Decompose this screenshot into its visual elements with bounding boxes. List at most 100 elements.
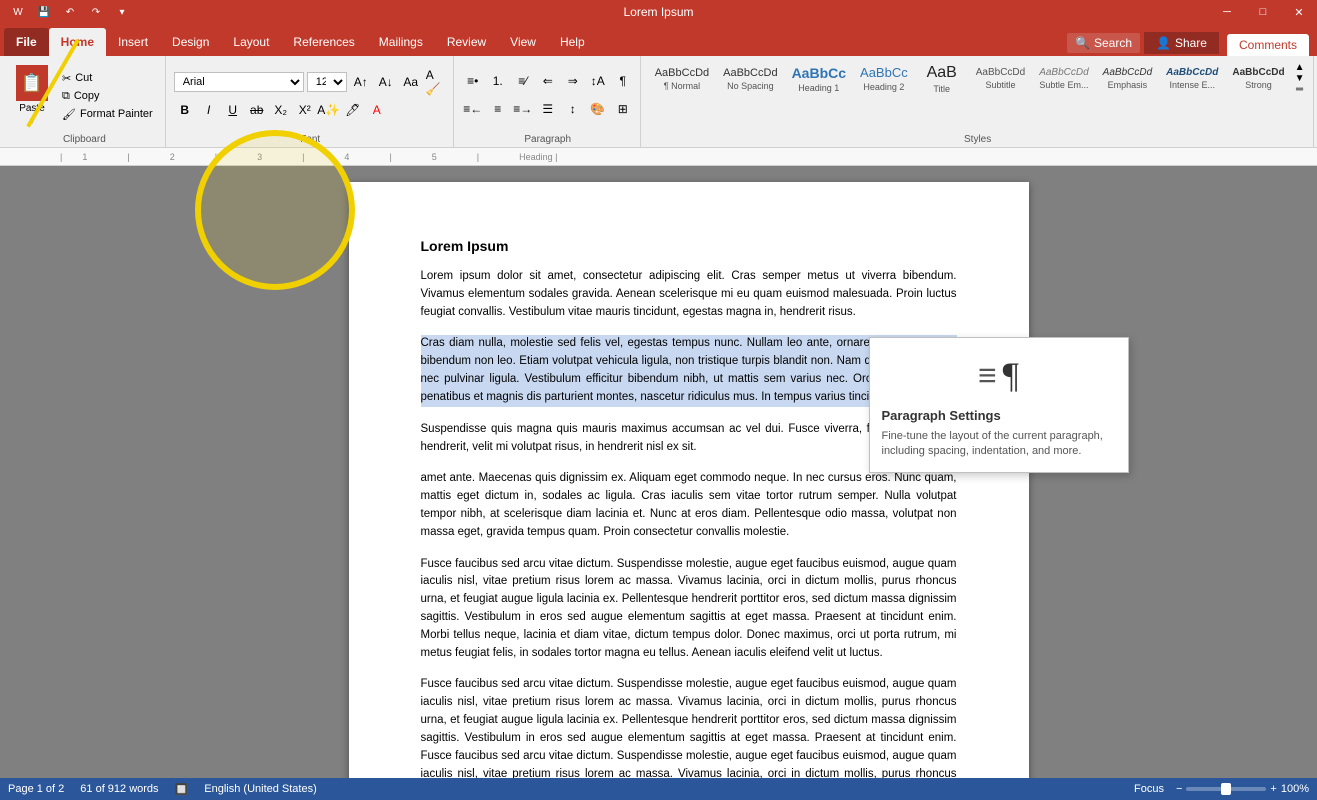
clipboard-group: 📋 Paste ▾ ✂ Cut ⧉ Copy 🖌 Format Painter bbox=[4, 56, 166, 147]
italic-button[interactable]: I bbox=[198, 99, 220, 121]
ruler: | 1 | 2 | 3 | 4 | 5 | Heading | bbox=[0, 148, 1317, 166]
shrink-font-button[interactable]: A↓ bbox=[375, 71, 397, 93]
superscript-button[interactable]: X² bbox=[294, 99, 316, 121]
document-area: Lorem Ipsum Lorem ipsum dolor sit amet, … bbox=[0, 166, 1317, 778]
search-box[interactable]: 🔍 Search bbox=[1067, 33, 1140, 53]
zoom-in-button[interactable]: + bbox=[1270, 783, 1276, 795]
underline-button[interactable]: U bbox=[222, 99, 244, 121]
style-intense-emphasis[interactable]: AaBbCcDd Intense E... bbox=[1160, 65, 1224, 92]
ruler-marks: | 1 | 2 | 3 | 4 | 5 | Heading | bbox=[60, 152, 1317, 162]
tab-mailings[interactable]: Mailings bbox=[367, 28, 435, 56]
document-heading: Lorem Ipsum bbox=[421, 238, 957, 254]
tooltip-icon-area: ≡ ¶ bbox=[882, 350, 1116, 400]
comments-button[interactable]: Comments bbox=[1227, 34, 1309, 56]
tab-view[interactable]: View bbox=[498, 28, 548, 56]
close-button[interactable]: ✕ bbox=[1281, 0, 1317, 24]
cut-button[interactable]: ✂ Cut bbox=[56, 70, 159, 87]
tooltip-title: Paragraph Settings bbox=[882, 408, 1116, 423]
style-emphasis[interactable]: AaBbCcDd Emphasis bbox=[1097, 65, 1158, 92]
shading-button[interactable]: 🎨 bbox=[587, 98, 609, 120]
styles-expand-button[interactable]: ▲ ▼ ═ bbox=[1293, 60, 1307, 97]
sort-button[interactable]: ↕A bbox=[587, 70, 609, 92]
copy-icon: ⧉ bbox=[62, 90, 70, 103]
style-heading2[interactable]: AaBbCc Heading 2 bbox=[854, 63, 914, 94]
bullets-button[interactable]: ≡• bbox=[462, 70, 484, 92]
word-count: 61 of 912 words bbox=[80, 783, 158, 795]
text-effects-button[interactable]: A✨ bbox=[318, 99, 340, 121]
ribbon-body: 📋 Paste ▾ ✂ Cut ⧉ Copy 🖌 Format Painter bbox=[0, 56, 1317, 148]
bold-button[interactable]: B bbox=[174, 99, 196, 121]
paragraph-5[interactable]: Fusce faucibus sed arcu vitae dictum. Su… bbox=[421, 556, 957, 663]
align-left-button[interactable]: ≡← bbox=[462, 98, 484, 120]
paragraph-1[interactable]: Lorem ipsum dolor sit amet, consectetur … bbox=[421, 268, 957, 321]
paste-button[interactable]: 📋 Paste ▾ bbox=[10, 61, 54, 131]
align-center-button[interactable]: ≡ bbox=[487, 98, 509, 120]
paragraph-row-2: ≡← ≡ ≡→ ☰ ↕ 🎨 ⊞ bbox=[462, 98, 634, 120]
tab-home[interactable]: Home bbox=[49, 28, 106, 56]
save-button[interactable]: 💾 bbox=[34, 2, 54, 22]
status-right: Focus − + 100% bbox=[1134, 783, 1309, 795]
quick-access-toolbar: W 💾 ↶ ↷ ▾ bbox=[8, 2, 132, 22]
justify-button[interactable]: ☰ bbox=[537, 98, 559, 120]
format-painter-button[interactable]: 🖌 Format Painter bbox=[56, 106, 159, 123]
font-row-2: B I U ab X₂ X² A✨ 🖊 A bbox=[174, 99, 447, 121]
redo-button[interactable]: ↷ bbox=[86, 2, 106, 22]
tab-review[interactable]: Review bbox=[435, 28, 498, 56]
document-page[interactable]: Lorem Ipsum Lorem ipsum dolor sit amet, … bbox=[349, 182, 1029, 778]
change-case-button[interactable]: Aa bbox=[400, 71, 422, 93]
restore-button[interactable]: □ bbox=[1245, 0, 1281, 24]
grow-font-button[interactable]: A↑ bbox=[350, 71, 372, 93]
word-icon[interactable]: W bbox=[8, 2, 28, 22]
style-title[interactable]: AaB Title bbox=[916, 62, 968, 96]
style-heading1[interactable]: AaBbCc Heading 1 bbox=[786, 63, 852, 95]
styles-gallery: AaBbCcDd ¶ Normal AaBbCcDd No Spacing Aa… bbox=[649, 60, 1307, 97]
format-painter-icon: 🖌 bbox=[62, 108, 76, 121]
paragraph-6[interactable]: Fusce faucibus sed arcu vitae dictum. Su… bbox=[421, 676, 957, 778]
share-button[interactable]: 👤 Share bbox=[1144, 32, 1219, 54]
text-highlight-button[interactable]: 🖊 bbox=[342, 99, 364, 121]
style-strong[interactable]: AaBbCcDd Strong bbox=[1226, 65, 1290, 92]
increase-indent-button[interactable]: ⇒ bbox=[562, 70, 584, 92]
paragraph-symbol-icon: ≡ ¶ bbox=[978, 354, 1019, 396]
tab-references[interactable]: References bbox=[281, 28, 366, 56]
zoom-level: 100% bbox=[1281, 783, 1309, 795]
subscript-button[interactable]: X₂ bbox=[270, 99, 292, 121]
paragraph-label: Paragraph bbox=[524, 132, 571, 145]
undo-button[interactable]: ↶ bbox=[60, 2, 80, 22]
align-right-button[interactable]: ≡→ bbox=[512, 98, 534, 120]
font-row-1: Arial 12 A↑ A↓ Aa A🧹 bbox=[174, 71, 447, 93]
paragraph-4[interactable]: amet ante. Maecenas quis dignissim ex. A… bbox=[421, 470, 957, 541]
line-spacing-button[interactable]: ↕ bbox=[562, 98, 584, 120]
tab-insert[interactable]: Insert bbox=[106, 28, 160, 56]
tab-help[interactable]: Help bbox=[548, 28, 597, 56]
tab-file[interactable]: File bbox=[4, 28, 49, 56]
style-subtle-emphasis[interactable]: AaBbCcDd Subtle Em... bbox=[1033, 65, 1094, 92]
strikethrough-button[interactable]: ab bbox=[246, 99, 268, 121]
clear-formatting-button[interactable]: A🧹 bbox=[425, 71, 447, 93]
ribbon-tab-bar: File Home Insert Design Layout Reference… bbox=[0, 24, 1317, 56]
border-button[interactable]: ⊞ bbox=[612, 98, 634, 120]
accessibility-icon: 🔲 bbox=[175, 783, 189, 796]
minimize-button[interactable]: ─ bbox=[1209, 0, 1245, 24]
zoom-bar: − + 100% bbox=[1176, 783, 1309, 795]
numbering-button[interactable]: 1. bbox=[487, 70, 509, 92]
zoom-handle bbox=[1221, 783, 1231, 795]
search-icon: 🔍 bbox=[1075, 36, 1090, 50]
font-size-select[interactable]: 12 bbox=[307, 72, 347, 92]
multilevel-list-button[interactable]: ≡⁄ bbox=[512, 70, 534, 92]
copy-button[interactable]: ⧉ Copy bbox=[56, 88, 159, 105]
style-no-spacing[interactable]: AaBbCcDd No Spacing bbox=[717, 65, 783, 93]
tab-design[interactable]: Design bbox=[160, 28, 221, 56]
customize-button[interactable]: ▾ bbox=[112, 2, 132, 22]
show-formatting-button[interactable]: ¶ bbox=[612, 70, 634, 92]
font-name-select[interactable]: Arial bbox=[174, 72, 304, 92]
focus-button[interactable]: Focus bbox=[1134, 783, 1164, 795]
style-subtitle[interactable]: AaBbCcDd Subtitle bbox=[970, 65, 1031, 92]
style-normal[interactable]: AaBbCcDd ¶ Normal bbox=[649, 65, 715, 93]
cut-icon: ✂ bbox=[62, 72, 71, 85]
zoom-out-button[interactable]: − bbox=[1176, 783, 1182, 795]
zoom-slider[interactable] bbox=[1186, 787, 1266, 791]
decrease-indent-button[interactable]: ⇐ bbox=[537, 70, 559, 92]
font-color-button[interactable]: A bbox=[366, 99, 388, 121]
tab-layout[interactable]: Layout bbox=[221, 28, 281, 56]
